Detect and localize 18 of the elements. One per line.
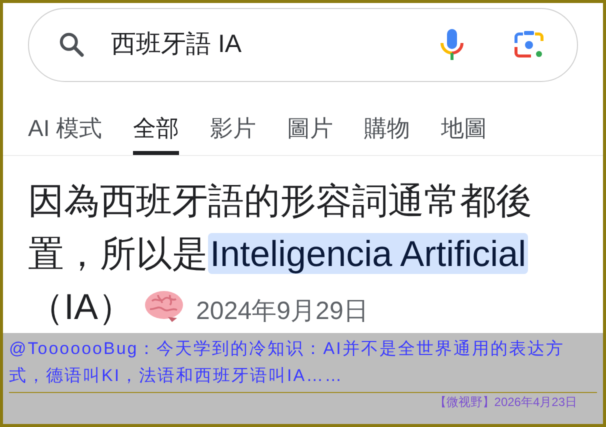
caption-text: @TooooooBug：今天学到的冷知识：AI并不是全世界通用的表达方式，德语叫KI，法语和西班牙语叫IA…… [9,338,566,387]
tab[interactable]: 圖片 [287,113,334,155]
source-text: 【微视野】2026年4月23日 [434,394,577,411]
search-field[interactable]: 西班牙語 IA [28,8,578,82]
tab[interactable]: 購物 [364,113,410,155]
tab[interactable]: 影片 [210,113,256,155]
search-input[interactable]: 西班牙語 IA [111,26,439,64]
search-icon [57,30,87,60]
heading-text: 因為西班牙語的形容詞通常都後 [28,180,532,221]
date-text: 2024年9月29日 [196,297,368,325]
microphone-icon[interactable] [439,28,465,62]
brain-icon [144,289,184,323]
tab[interactable]: AI 模式 [28,113,102,155]
tab[interactable]: 地圖 [441,113,488,155]
tab[interactable]: 全部 [133,113,180,155]
heading-text: 置，所以是 [28,233,208,274]
highlighted-text: Inteligencia Artificial [208,233,528,274]
heading-text: （IA） [28,286,134,327]
